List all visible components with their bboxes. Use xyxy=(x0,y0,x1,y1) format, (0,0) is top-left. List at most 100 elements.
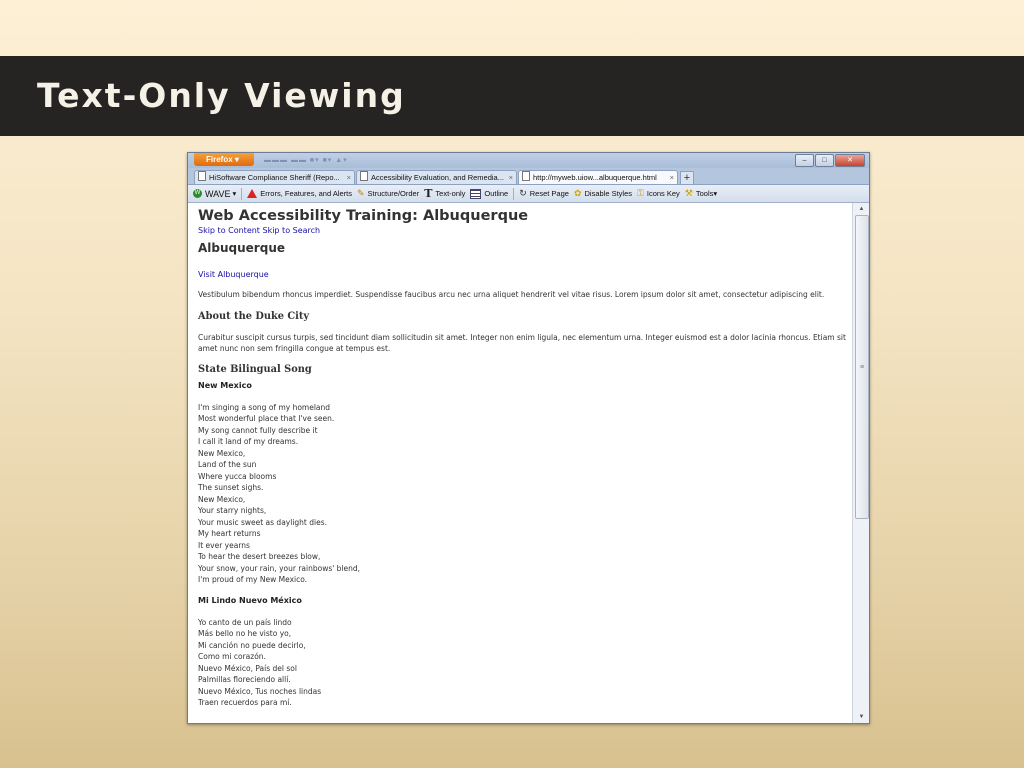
tab-close-icon[interactable]: × xyxy=(347,171,351,184)
spanish-song-lyrics: Yo canto de un país lindo Más bello no h… xyxy=(198,617,848,709)
lyric-line: It ever yearns xyxy=(198,540,250,550)
tools-menu[interactable]: ⚒ Tools ▾ xyxy=(685,188,717,199)
menu-bar-ghost: ▬▬▬ ▬▬ ■▾ ■▾ ▲▾ xyxy=(264,157,348,164)
new-tab-button[interactable]: + xyxy=(680,171,694,184)
error-icon xyxy=(247,189,258,198)
vertical-scrollbar[interactable]: ▲ ≡ ▼ xyxy=(852,203,869,723)
toolbar-divider xyxy=(241,187,243,200)
firefox-menu-button[interactable]: Firefox ▾ xyxy=(194,153,254,166)
english-song-title: New Mexico xyxy=(198,380,252,390)
lyric-line: The sunset sighs. xyxy=(198,483,264,492)
browser-window: Firefox ▾ ▬▬▬ ▬▬ ■▾ ■▾ ▲▾ – □ ✕ HiSoftwa… xyxy=(187,152,870,724)
page-icon xyxy=(360,171,368,181)
page-content: Web Accessibility Training: Albuquerque … xyxy=(198,208,848,709)
lyric-line: Your music sweet as daylight dies. xyxy=(198,517,327,527)
palette-icon: ✿ xyxy=(573,188,582,198)
wave-button[interactable]: W WAVE ▾ xyxy=(193,189,236,199)
page-heading: Web Accessibility Training: Albuquerque xyxy=(198,208,529,224)
errors-button[interactable]: Errors, Features, and Alerts xyxy=(247,189,352,198)
text-only-label: Text-only xyxy=(435,189,466,198)
close-icon[interactable]: ✕ xyxy=(835,154,865,167)
lyric-line: I'm proud of my New Mexico. xyxy=(198,575,308,584)
chevron-down-icon: ▾ xyxy=(713,189,718,198)
page-viewport: Web Accessibility Training: Albuquerque … xyxy=(188,203,852,723)
outline-button[interactable]: Outline xyxy=(470,188,509,199)
tab-close-icon[interactable]: × xyxy=(670,171,674,184)
skip-to-search-link[interactable]: Skip to Search xyxy=(263,226,321,235)
tab-hisoftware[interactable]: HiSoftware Compliance Sheriff (Repo... × xyxy=(194,170,355,184)
key-icon: ⚿ xyxy=(637,188,644,198)
tab-strip: HiSoftware Compliance Sheriff (Repo... ×… xyxy=(188,168,869,185)
text-icon: T xyxy=(424,187,433,200)
wave-toolbar: W WAVE ▾ Errors, Features, and Alerts ✎ … xyxy=(188,185,869,203)
scroll-down-icon[interactable]: ▼ xyxy=(853,711,869,723)
structure-button[interactable]: ✎ Structure/Order xyxy=(357,188,419,199)
lyric-line: Más bello no he visto yo, xyxy=(198,629,292,638)
reset-page-button[interactable]: ↻ Reset Page xyxy=(519,188,569,199)
page-icon xyxy=(198,171,206,181)
firefox-menu-label: Firefox xyxy=(206,155,233,164)
tools-label: Tools xyxy=(695,189,714,198)
tab-accessibility-evaluation[interactable]: Accessibility Evaluation, and Remedia...… xyxy=(356,170,517,184)
scrollbar-thumb[interactable]: ≡ xyxy=(855,215,869,519)
wrench-icon: ⚒ xyxy=(684,188,693,198)
lyric-line: My heart returns xyxy=(198,529,261,538)
wave-icon: W xyxy=(193,189,202,198)
spanish-song-title: Mi Lindo Nuevo México xyxy=(198,595,302,605)
toolbar-divider xyxy=(513,187,515,200)
minimize-icon[interactable]: – xyxy=(795,154,814,167)
skip-to-content-link[interactable]: Skip to Content xyxy=(198,226,260,235)
lyric-line: I'm singing a song of my homeland xyxy=(198,402,331,412)
disable-styles-button[interactable]: ✿ Disable Styles xyxy=(574,188,632,199)
about-paragraph: Curabitur suscipit cursus turpis, sed ti… xyxy=(198,332,846,354)
lyric-line: Mi canción no puede decirlo, xyxy=(198,640,306,650)
errors-label: Errors, Features, and Alerts xyxy=(260,189,352,198)
maximize-icon[interactable]: □ xyxy=(815,154,834,167)
lyric-line: Where yucca blooms xyxy=(198,471,277,481)
grip-icon: ≡ xyxy=(860,364,865,371)
lyric-line: Nuevo México, Tus noches lindas xyxy=(198,686,322,696)
tab-albuquerque[interactable]: http://myweb.uiow...albuquerque.html × xyxy=(518,170,678,184)
page-icon xyxy=(522,171,530,181)
slide-title-band: Text-Only Viewing xyxy=(0,56,1024,136)
about-heading: About the Duke City xyxy=(198,310,310,322)
browser-titlebar: Firefox ▾ ▬▬▬ ▬▬ ■▾ ■▾ ▲▾ – □ ✕ xyxy=(188,153,869,168)
lyric-line: New Mexico, xyxy=(198,448,246,458)
lyric-line: Most wonderful place that I've seen. xyxy=(198,414,335,423)
lyric-line: Palmillas floreciendo allí. xyxy=(198,675,291,684)
tab-close-icon[interactable]: × xyxy=(509,171,513,184)
outline-label: Outline xyxy=(484,189,509,198)
structure-icon: ✎ xyxy=(356,188,365,198)
chevron-down-icon: ▾ xyxy=(234,155,239,164)
wave-label: WAVE xyxy=(205,188,231,199)
lyric-line: Traen recuerdos para mí. xyxy=(198,698,292,707)
lyric-line: Yo canto de un país lindo xyxy=(198,617,292,627)
lyric-line: Como mi corazón. xyxy=(198,652,266,661)
disable-styles-label: Disable Styles xyxy=(584,189,633,198)
outline-icon xyxy=(470,188,482,199)
intro-paragraph: Vestibulum bibendum rhoncus imperdiet. S… xyxy=(198,290,825,299)
refresh-icon: ↻ xyxy=(519,188,527,198)
icons-key-button[interactable]: ⚿ Icons Key xyxy=(637,188,680,199)
lyric-line: New Mexico, xyxy=(198,494,246,504)
text-only-button[interactable]: T Text-only xyxy=(424,187,465,200)
visit-albuquerque-link[interactable]: Visit Albuquerque xyxy=(198,270,848,279)
icons-key-label: Icons Key xyxy=(646,189,680,198)
lyric-line: Your starry nights, xyxy=(198,506,267,515)
structure-label: Structure/Order xyxy=(367,189,420,198)
reset-label: Reset Page xyxy=(529,189,569,198)
tab-label: http://myweb.uiow...albuquerque.html xyxy=(533,173,657,182)
lyric-line: To hear the desert breezes blow, xyxy=(198,552,321,561)
lyric-line: My song cannot fully describe it xyxy=(198,425,318,435)
slide-title: Text-Only Viewing xyxy=(37,76,406,115)
scroll-up-icon[interactable]: ▲ xyxy=(853,203,869,215)
chevron-down-icon: ▾ xyxy=(232,189,237,198)
tab-label: Accessibility Evaluation, and Remedia... xyxy=(371,173,504,182)
song-heading: State Bilingual Song xyxy=(198,363,312,375)
lyric-line: Your snow, your rain, your rainbows' ble… xyxy=(198,563,361,573)
lyric-line: I call it land of my dreams. xyxy=(198,437,299,446)
english-song-lyrics: I'm singing a song of my homeland Most w… xyxy=(198,402,848,586)
window-controls: – □ ✕ xyxy=(795,154,865,167)
lyric-line: Land of the sun xyxy=(198,460,257,469)
lyric-line: Nuevo México, País del sol xyxy=(198,663,297,673)
